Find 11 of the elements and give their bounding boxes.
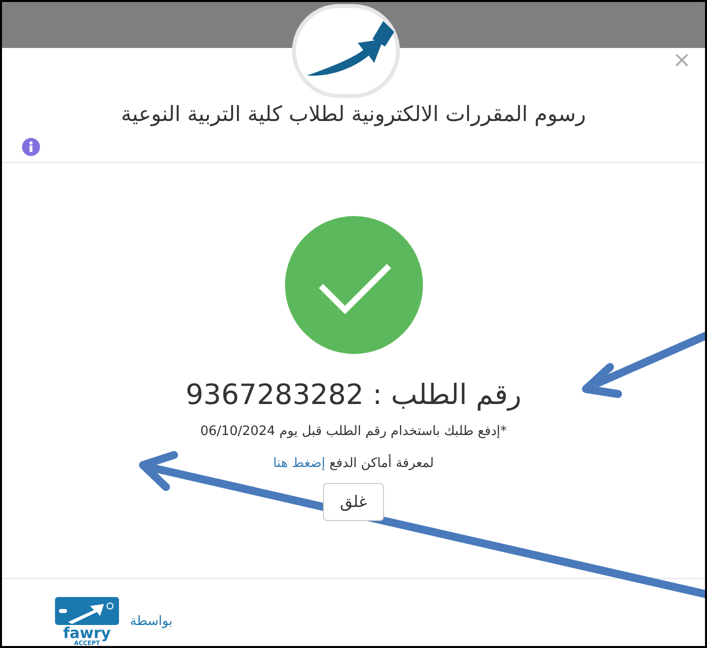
payment-places-text: لمعرفة أماكن الدفع إضغط هنا xyxy=(273,454,434,472)
payment-note: *إدفع طلبك باستخدام رقم الطلب قبل يوم 06/10/2024 xyxy=(200,423,507,441)
logo-wordmark: fawry xyxy=(63,626,111,640)
close-dialog-button[interactable]: غلق xyxy=(323,483,384,521)
success-check-icon xyxy=(284,216,422,354)
info-icon[interactable] xyxy=(22,138,40,156)
order-number: رقم الطلب : 9367283282 xyxy=(186,377,522,413)
dialog-title: رسوم المقررات الالكترونية لطلاب كلية التربية النوعية xyxy=(120,101,587,128)
via-label: بواسطة xyxy=(130,612,172,631)
click-here-link[interactable]: إضغط هنا xyxy=(273,456,326,470)
close-button[interactable]: × xyxy=(672,50,691,72)
